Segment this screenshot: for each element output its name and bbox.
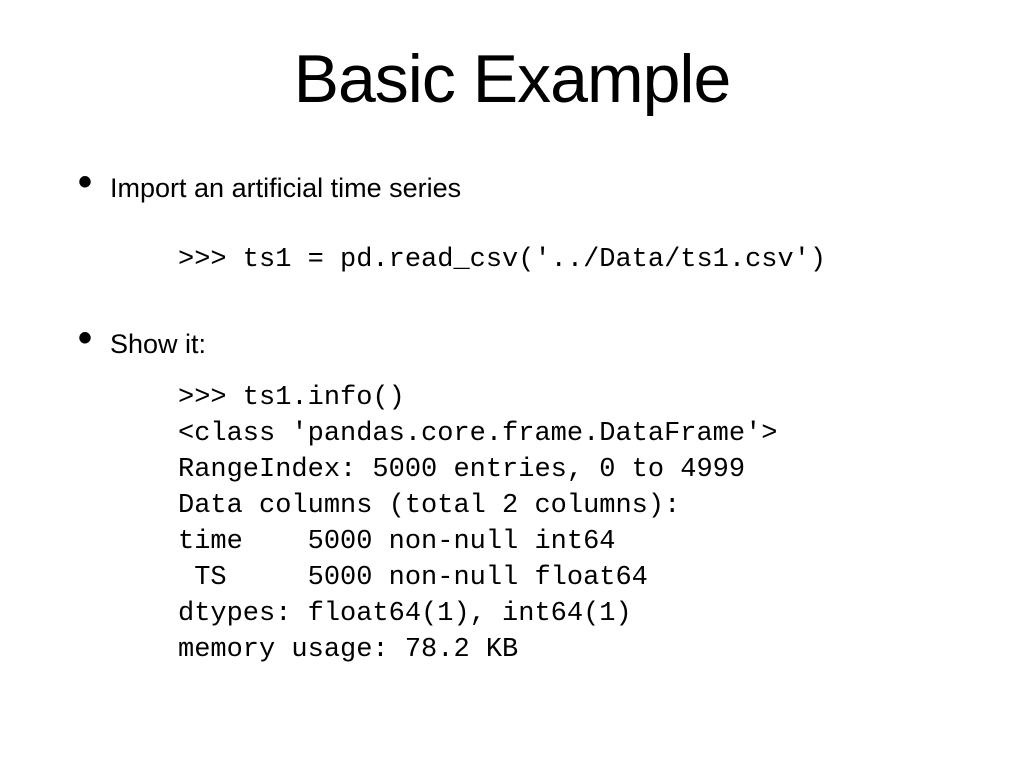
bullet-item: • Import an artificial time series [70,168,954,206]
bullet-item: • Show it: [70,324,954,362]
bullet-text: Import an artificial time series [110,168,461,206]
slide-title: Basic Example [70,40,954,118]
code-block: >>> ts1.info() <class 'pandas.core.frame… [178,380,954,668]
bullet-icon: • [78,324,92,352]
bullet-text: Show it: [110,324,206,362]
bullet-icon: • [78,168,92,196]
code-block: >>> ts1 = pd.read_csv('../Data/ts1.csv') [178,242,954,278]
